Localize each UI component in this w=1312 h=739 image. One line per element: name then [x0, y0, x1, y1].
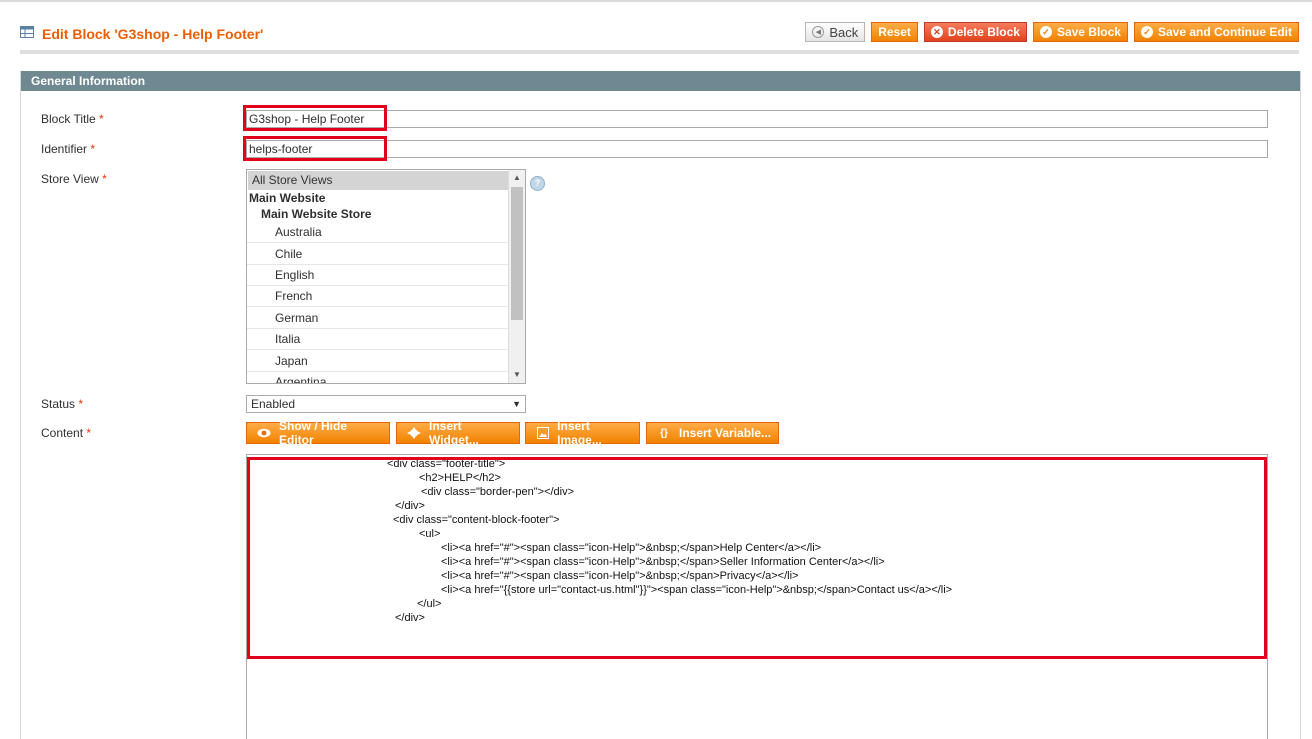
insert-image-label: Insert Image... — [557, 419, 602, 447]
show-hide-editor-button[interactable]: Show / Hide Editor — [246, 419, 390, 447]
store-option[interactable]: Argentina — [247, 372, 509, 383]
reset-button[interactable]: Reset — [871, 22, 918, 42]
top-border — [0, 0, 1312, 2]
page-title: Edit Block 'G3shop - Help Footer' — [42, 26, 264, 42]
check-circle-icon: ✓ — [1039, 26, 1052, 38]
store-view-scrollbar[interactable]: ▲ ▼ — [508, 170, 525, 383]
back-button[interactable]: ◀ Back — [805, 22, 866, 42]
highlight-box — [243, 136, 387, 161]
section-title: General Information — [21, 71, 1300, 91]
store-option[interactable]: Japan — [247, 351, 509, 372]
widget-icon — [407, 427, 421, 439]
check-circle-icon: ✓ — [1140, 26, 1153, 38]
store-view-label-text: Store View — [41, 172, 99, 186]
insert-widget-button[interactable]: Insert Widget... — [396, 419, 520, 447]
delete-block-button[interactable]: ✕ Delete Block — [923, 22, 1027, 42]
delete-label: Delete Block — [947, 25, 1020, 39]
save-label: Save Block — [1056, 25, 1121, 39]
status-value: Enabled — [251, 397, 296, 411]
eye-icon — [257, 427, 271, 439]
block-title-input[interactable]: G3shop - Help Footer — [246, 110, 1268, 128]
identifier-input[interactable]: helps-footer — [246, 140, 1268, 158]
save-continue-label: Save and Continue Edit — [1157, 25, 1292, 39]
insert-widget-label: Insert Widget... — [429, 419, 479, 447]
store-view-multiselect[interactable]: All Store Views Main Website Main Websit… — [246, 169, 526, 384]
store-view-label: Store View * — [41, 172, 107, 186]
image-icon — [536, 427, 549, 439]
store-option[interactable]: English — [247, 265, 509, 286]
x-circle-icon: ✕ — [930, 26, 943, 38]
status-label: Status * — [41, 397, 83, 411]
insert-variable-button[interactable]: {} Insert Variable... — [646, 422, 779, 444]
required-marker: * — [102, 172, 107, 186]
status-label-text: Status — [41, 397, 76, 411]
store-option[interactable]: German — [247, 308, 509, 329]
grid-icon — [20, 26, 34, 38]
store-option[interactable]: Italia — [247, 329, 509, 350]
store-option-all[interactable]: All Store Views — [248, 171, 508, 190]
save-block-button[interactable]: ✓ Save Block — [1032, 22, 1128, 42]
scroll-thumb[interactable] — [511, 187, 523, 320]
store-option[interactable]: Australia — [247, 222, 509, 243]
chevron-down-icon: ▼ — [512, 399, 521, 409]
required-marker: * — [78, 397, 84, 411]
show-hide-label: Show / Hide Editor — [279, 419, 348, 447]
identifier-label-text: Identifier — [41, 142, 88, 156]
save-and-continue-button[interactable]: ✓ Save and Continue Edit — [1133, 22, 1299, 42]
highlight-box — [247, 457, 1267, 659]
reset-label: Reset — [878, 25, 911, 39]
store-group-store: Main Website Store — [261, 207, 372, 221]
store-option[interactable]: Chile — [247, 244, 509, 265]
back-label: Back — [829, 24, 859, 40]
required-marker: * — [90, 142, 96, 156]
insert-variable-label: Insert Variable... — [679, 426, 772, 440]
page-header: Edit Block 'G3shop - Help Footer' ◀ Back… — [20, 22, 1299, 54]
highlight-box — [243, 105, 387, 131]
block-title-label-text: Block Title — [41, 112, 96, 126]
action-toolbar: ◀ Back Reset ✕ Delete Block ✓ Save Block… — [805, 22, 1299, 42]
identifier-label: Identifier * — [41, 142, 95, 156]
required-marker: * — [86, 426, 92, 440]
block-title-label: Block Title * — [41, 112, 104, 126]
braces-icon: {} — [660, 427, 668, 439]
insert-image-button[interactable]: Insert Image... — [525, 419, 640, 447]
arrow-left-icon: ◀ — [812, 26, 825, 38]
content-label-text: Content — [41, 426, 84, 440]
store-option[interactable]: French — [247, 286, 509, 307]
question-icon[interactable]: ? — [530, 176, 545, 191]
store-group-website: Main Website — [249, 191, 326, 205]
required-marker: * — [99, 112, 104, 126]
content-label: Content * — [41, 426, 91, 440]
scroll-up-icon[interactable]: ▲ — [509, 170, 525, 186]
status-select[interactable]: Enabled ▼ — [246, 395, 526, 413]
scroll-down-icon[interactable]: ▼ — [509, 367, 525, 383]
